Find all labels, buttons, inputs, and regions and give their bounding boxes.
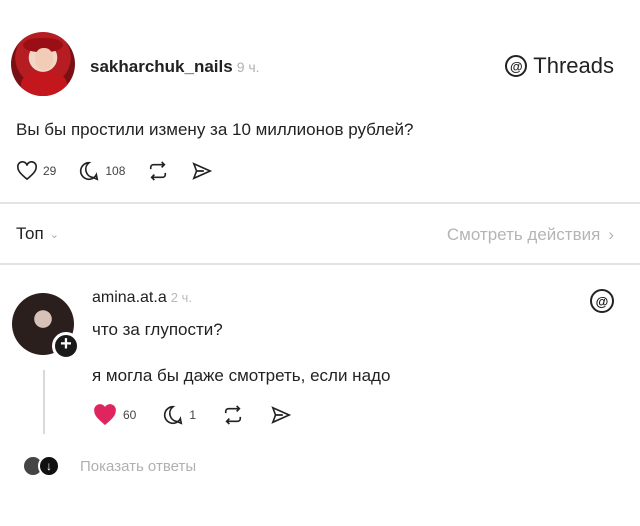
post-time: 9 ч. bbox=[236, 59, 260, 75]
chevron-right-icon: › bbox=[608, 225, 614, 244]
reply-username[interactable]: amina.at.a 2 ч. bbox=[92, 289, 192, 307]
like-count: 29 bbox=[43, 164, 57, 178]
author-username[interactable]: sakharchuk_nails 9 ч. bbox=[90, 57, 260, 77]
heart-icon bbox=[17, 161, 37, 181]
reply-actions: 60 1 bbox=[92, 404, 292, 426]
comment-icon bbox=[164, 405, 183, 425]
share-button[interactable] bbox=[191, 161, 213, 181]
heart-filled-icon bbox=[94, 404, 116, 425]
share-icon bbox=[271, 406, 292, 424]
reply-comment-count: 1 bbox=[189, 408, 197, 422]
sort-dropdown[interactable]: Топ ⌄ bbox=[16, 224, 59, 244]
chevron-down-icon: ⌄ bbox=[49, 228, 59, 241]
repost-icon bbox=[150, 161, 167, 181]
section-divider-bottom bbox=[0, 263, 640, 265]
avatar-dress bbox=[21, 72, 67, 96]
reply-text-line-1: что за глупости? bbox=[92, 320, 223, 339]
show-replies-label: Показать ответы bbox=[80, 457, 197, 475]
follow-plus-button[interactable]: + bbox=[52, 332, 80, 360]
reply-share-button[interactable] bbox=[270, 405, 292, 425]
reply-time: 2 ч. bbox=[170, 290, 192, 305]
like-button[interactable]: 29 bbox=[16, 161, 56, 181]
reply-repost-button[interactable] bbox=[222, 405, 244, 425]
view-actions-link[interactable]: Смотреть действия › bbox=[447, 225, 614, 245]
post-actions: 29 108 bbox=[16, 160, 213, 182]
thread-connector-line bbox=[43, 370, 45, 434]
comment-count: 108 bbox=[105, 164, 126, 178]
author-username-text[interactable]: sakharchuk_nails bbox=[90, 57, 233, 76]
reply-comment-button[interactable]: 1 bbox=[162, 404, 196, 426]
share-icon bbox=[192, 162, 213, 180]
avatar-face bbox=[35, 48, 53, 70]
comment-icon bbox=[80, 161, 99, 181]
author-avatar[interactable] bbox=[11, 32, 75, 96]
post-text: Вы бы простили измену за 10 миллионов ру… bbox=[16, 120, 414, 139]
replier-avatars: ↓ bbox=[22, 455, 68, 477]
repost-icon bbox=[224, 405, 242, 425]
view-actions-label: Смотреть действия bbox=[446, 225, 601, 244]
reply-text-line-2: я могла бы даже смотреть, если надо bbox=[92, 366, 391, 385]
comment-button[interactable]: 108 bbox=[78, 160, 125, 182]
sort-label: Топ bbox=[16, 224, 44, 243]
threads-logo-icon-small[interactable]: @ bbox=[590, 289, 614, 313]
reply-like-count: 60 bbox=[123, 408, 137, 422]
threads-logo-icon: @ bbox=[505, 55, 528, 77]
arrow-down-icon: ↓ bbox=[38, 455, 60, 477]
threads-brand-label: Threads bbox=[533, 53, 614, 78]
reply-like-button[interactable]: 60 bbox=[92, 404, 136, 426]
threads-brand[interactable]: @ Threads bbox=[505, 53, 614, 79]
section-divider-top bbox=[0, 202, 640, 204]
repost-button[interactable] bbox=[147, 161, 169, 181]
reply-username-text[interactable]: amina.at.a bbox=[92, 289, 167, 306]
show-replies-button[interactable]: ↓ Показать ответы bbox=[22, 455, 196, 477]
